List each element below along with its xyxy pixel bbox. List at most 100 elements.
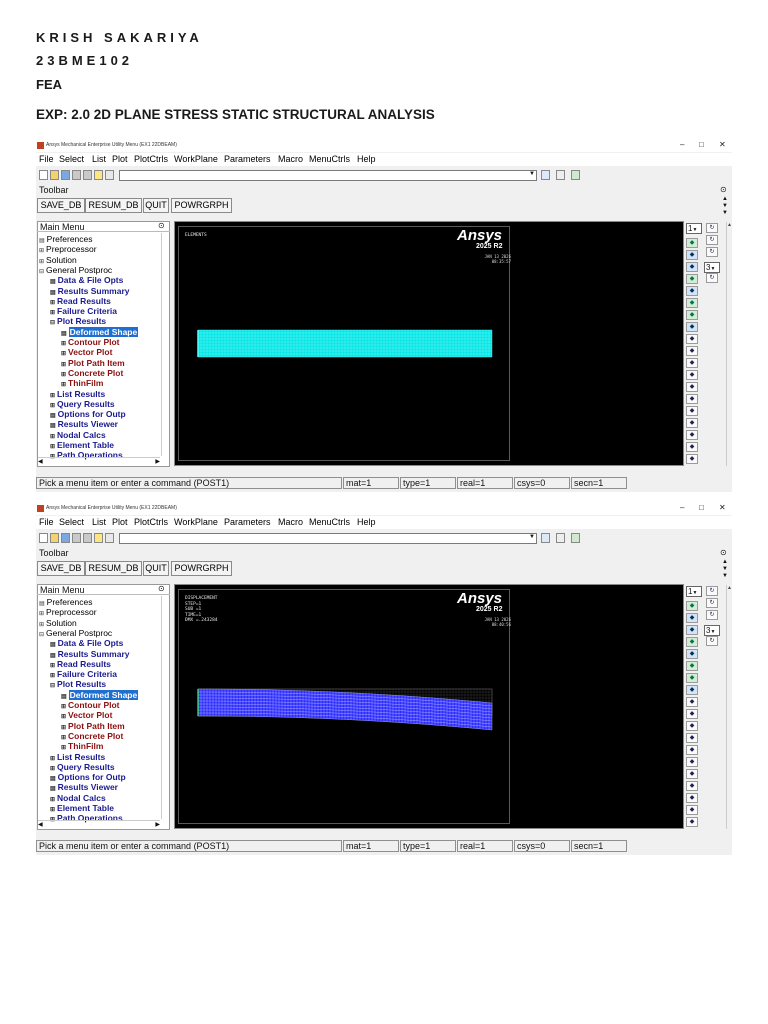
contact-manager-icon[interactable]: [571, 533, 580, 543]
menu-list[interactable]: List: [92, 517, 106, 527]
collapse-toolbar-icon[interactable]: ⊙: [720, 185, 727, 194]
new-file-icon[interactable]: [39, 533, 48, 543]
save-icon[interactable]: [61, 533, 70, 543]
contact-manager-icon[interactable]: [571, 170, 580, 180]
menu-select[interactable]: Select: [59, 154, 84, 164]
iso-view-icon[interactable]: ◆: [686, 601, 698, 611]
menu-vertical-scrollbar[interactable]: [161, 596, 168, 819]
pan-down-icon[interactable]: ◆: [686, 793, 698, 803]
pan-right-icon[interactable]: ◆: [686, 406, 698, 416]
quit-button[interactable]: QUIT: [143, 561, 169, 576]
top-view-icon[interactable]: ◆: [686, 262, 698, 272]
maximize-icon[interactable]: □: [699, 503, 704, 512]
report-icon[interactable]: [105, 533, 114, 543]
toolbar-scroll[interactable]: ▲ ▼ ▼: [722, 559, 728, 580]
back-view-icon[interactable]: ◆: [686, 649, 698, 659]
close-icon[interactable]: ✕: [719, 503, 726, 512]
resum-db-button[interactable]: RESUM_DB: [85, 198, 142, 213]
powrgrph-button[interactable]: POWRGRPH: [171, 198, 232, 213]
save-as-icon[interactable]: [72, 170, 81, 180]
collapse-menu-icon[interactable]: ⊙: [158, 221, 165, 230]
left-view-icon[interactable]: ◆: [686, 310, 698, 320]
menu-horizontal-scrollbar[interactable]: ◀ ▶: [38, 820, 160, 828]
dynamic-mode-icon[interactable]: ↻: [706, 235, 718, 245]
zoom-back-icon[interactable]: ↻: [706, 247, 718, 257]
rotate-icon[interactable]: ◆: [686, 805, 698, 815]
print-icon[interactable]: [83, 170, 92, 180]
pan-up-icon[interactable]: ◆: [686, 418, 698, 428]
fit-view-icon[interactable]: ↻: [706, 223, 718, 233]
toolbar-scroll[interactable]: ▲ ▼ ▼: [722, 196, 728, 217]
collapse-menu-icon[interactable]: ⊙: [158, 584, 165, 593]
raise-hidden-icon[interactable]: [541, 533, 550, 543]
pan-left-icon[interactable]: ◆: [686, 757, 698, 767]
front-view-icon[interactable]: ◆: [686, 613, 698, 623]
window-select[interactable]: 1▼: [686, 586, 702, 597]
report-icon[interactable]: [105, 170, 114, 180]
zoom-select[interactable]: 3▼: [704, 625, 720, 636]
iso-view-icon[interactable]: ◆: [686, 238, 698, 248]
save-icon[interactable]: [61, 170, 70, 180]
reset-picking-icon[interactable]: [556, 170, 565, 180]
menu-list[interactable]: List: [92, 154, 106, 164]
pan-right-icon[interactable]: ◆: [686, 769, 698, 779]
menu-help[interactable]: Help: [357, 154, 376, 164]
menu-plotctrls[interactable]: PlotCtrls: [134, 517, 168, 527]
zoom-icon[interactable]: ◆: [686, 334, 698, 344]
fit-view-icon[interactable]: ↻: [706, 586, 718, 596]
rotate-icon[interactable]: ◆: [686, 442, 698, 452]
powrgrph-button[interactable]: POWRGRPH: [171, 561, 232, 576]
print-icon[interactable]: [83, 533, 92, 543]
right-view-icon[interactable]: ◆: [686, 637, 698, 647]
menu-workplane[interactable]: WorkPlane: [174, 517, 218, 527]
menu-plot[interactable]: Plot: [112, 154, 128, 164]
pan-down-icon[interactable]: ◆: [686, 430, 698, 440]
dynamic-mode-icon[interactable]: ↻: [706, 598, 718, 608]
resum-db-button[interactable]: RESUM_DB: [85, 561, 142, 576]
quit-button[interactable]: QUIT: [143, 198, 169, 213]
raise-hidden-icon[interactable]: [541, 170, 550, 180]
menu-menuctrls[interactable]: MenuCtrls: [309, 517, 350, 527]
menu-macro[interactable]: Macro: [278, 154, 303, 164]
chevron-down-icon[interactable]: ▼: [529, 171, 535, 177]
menu-horizontal-scrollbar[interactable]: ◀ ▶: [38, 457, 160, 465]
menu-macro[interactable]: Macro: [278, 517, 303, 527]
menu-parameters[interactable]: Parameters: [224, 517, 271, 527]
menu-menuctrls[interactable]: MenuCtrls: [309, 154, 350, 164]
menu-file[interactable]: File: [39, 154, 54, 164]
back-up-icon[interactable]: ◆: [686, 733, 698, 743]
oblique-view-icon[interactable]: ◆: [686, 685, 698, 695]
zoom-icon[interactable]: ◆: [686, 697, 698, 707]
box-zoom-icon[interactable]: ◆: [686, 346, 698, 356]
left-view-icon[interactable]: ◆: [686, 673, 698, 683]
pan-up-icon[interactable]: ◆: [686, 781, 698, 791]
back-view-icon[interactable]: ◆: [686, 286, 698, 296]
reset-picking-icon[interactable]: [556, 533, 565, 543]
save-db-button[interactable]: SAVE_DB: [37, 198, 85, 213]
box-zoom-icon[interactable]: ◆: [686, 709, 698, 719]
open-folder-icon[interactable]: [50, 170, 59, 180]
minimize-icon[interactable]: –: [680, 503, 684, 512]
menu-help[interactable]: Help: [357, 517, 376, 527]
menu-workplane[interactable]: WorkPlane: [174, 154, 218, 164]
zoom-in-icon[interactable]: ◆: [686, 745, 698, 755]
menu-file[interactable]: File: [39, 517, 54, 527]
menu-select[interactable]: Select: [59, 517, 84, 527]
zoom-back-icon[interactable]: ↻: [706, 610, 718, 620]
rotate-ccw-icon[interactable]: ◆: [686, 817, 698, 827]
menu-plot[interactable]: Plot: [112, 517, 128, 527]
collapse-toolbar-icon[interactable]: ⊙: [720, 548, 727, 557]
help-icon[interactable]: [94, 533, 103, 543]
top-view-icon[interactable]: ◆: [686, 625, 698, 635]
oblique-view-icon[interactable]: ◆: [686, 322, 698, 332]
bottom-view-icon[interactable]: ◆: [686, 298, 698, 308]
window-select[interactable]: 1▼: [686, 223, 702, 234]
menu-plotctrls[interactable]: PlotCtrls: [134, 154, 168, 164]
win-zoom-icon[interactable]: ◆: [686, 721, 698, 731]
rotate-ccw-icon[interactable]: ◆: [686, 454, 698, 464]
back-up-icon[interactable]: ◆: [686, 370, 698, 380]
pan-left-icon[interactable]: ◆: [686, 394, 698, 404]
bottom-view-icon[interactable]: ◆: [686, 661, 698, 671]
help-icon[interactable]: [94, 170, 103, 180]
open-folder-icon[interactable]: [50, 533, 59, 543]
